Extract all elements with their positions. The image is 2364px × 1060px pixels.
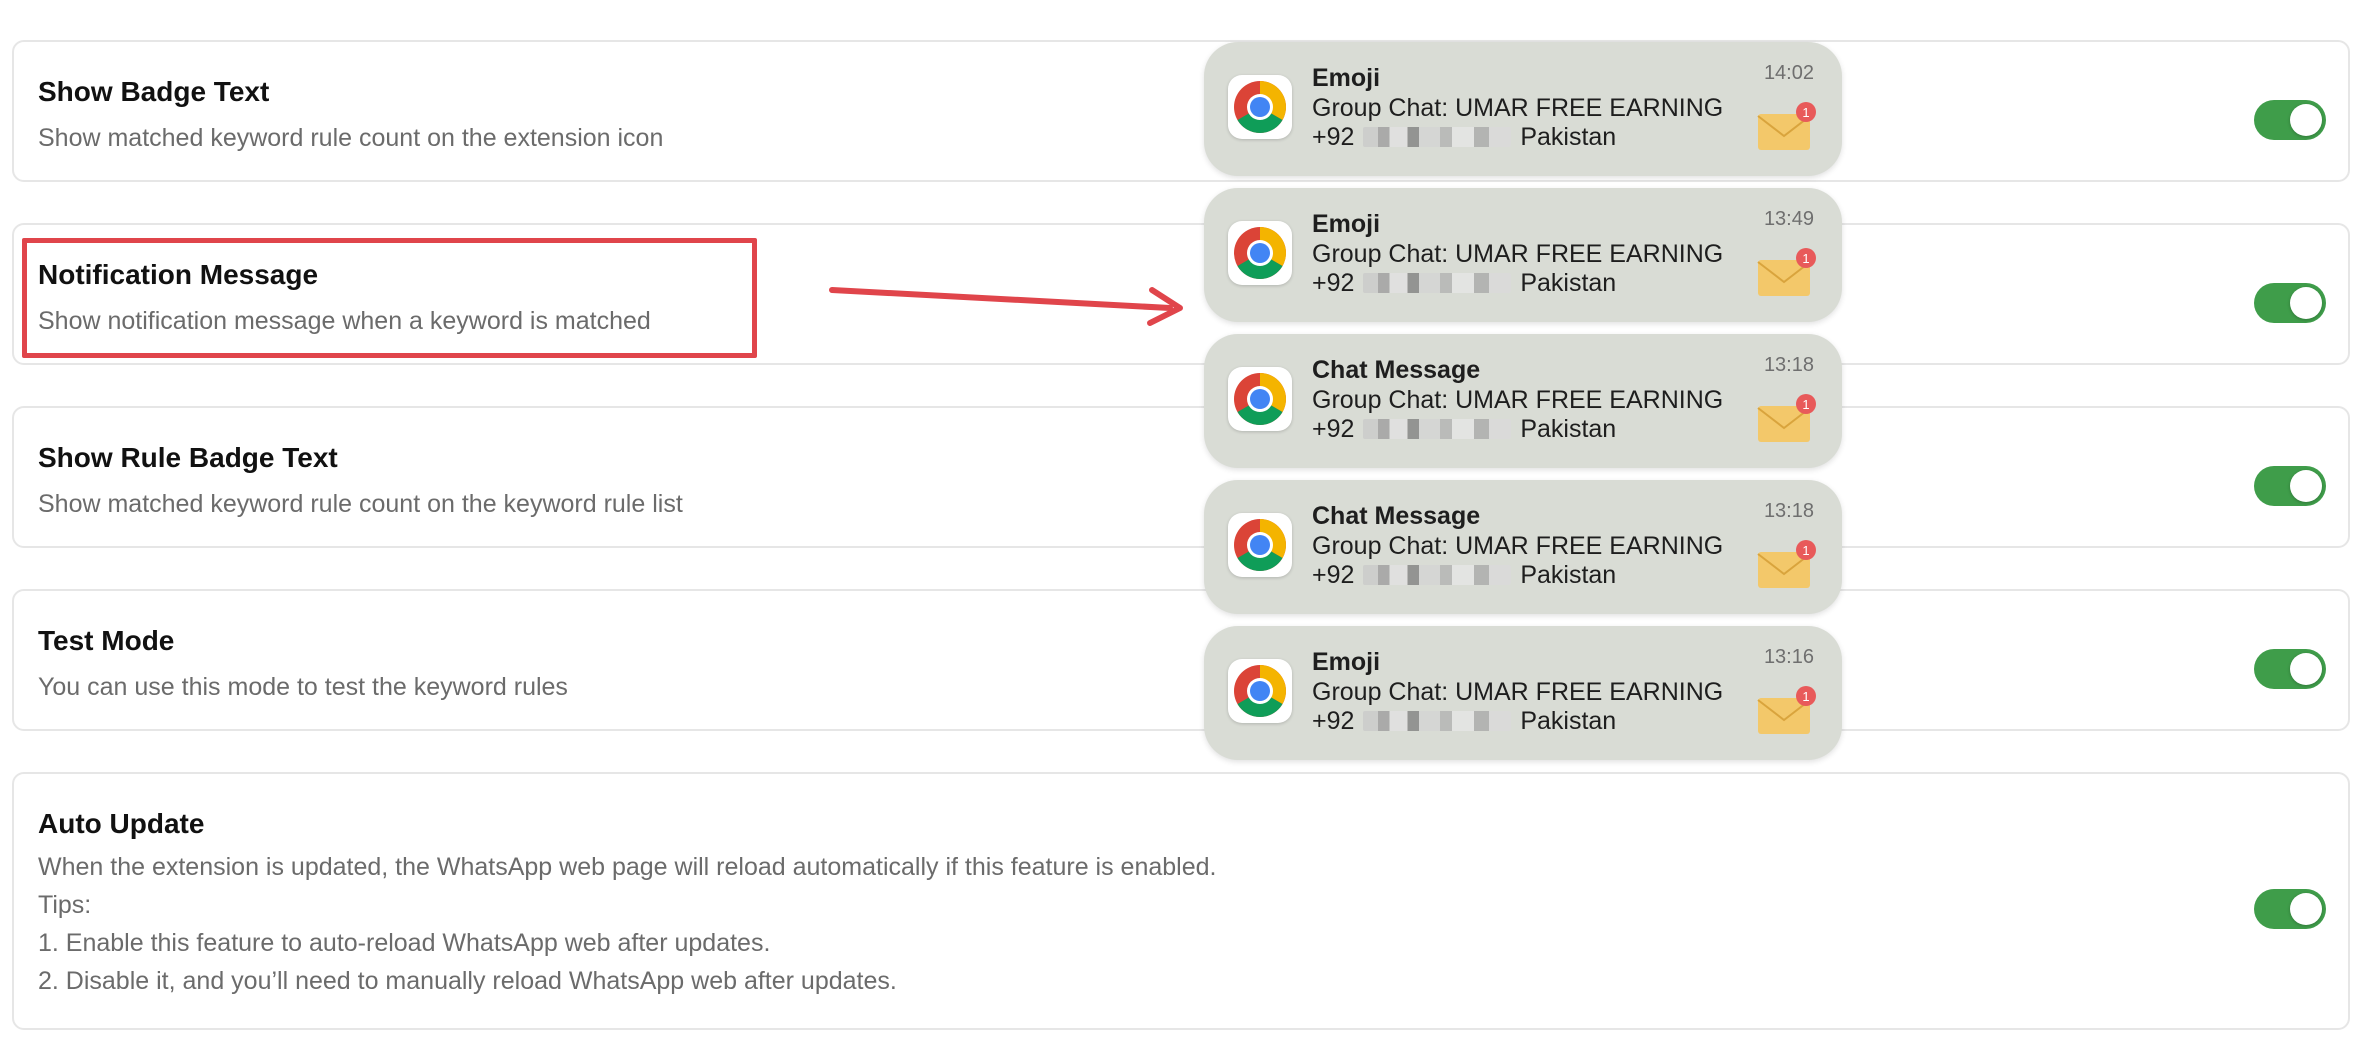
setting-card-show-badge-text: Show Badge Text Show matched keyword rul…: [12, 40, 2350, 182]
notification-body: Group Chat: UMAR FREE EARNING: [1312, 532, 1724, 560]
notification-time: 13:18: [1763, 500, 1814, 522]
chrome-icon: [1228, 75, 1292, 139]
notification-title: Emoji: [1312, 64, 1381, 92]
notification-sender: +92 Pakistan: [1312, 123, 1616, 152]
setting-description: You can use this mode to test the keywor…: [38, 673, 568, 701]
notification-message-toggle[interactable]: [2254, 283, 2326, 323]
highlight-box: [22, 238, 757, 358]
mail-badge-count: 1: [1802, 689, 1809, 704]
redacted-number: [1363, 711, 1512, 731]
country: Pakistan: [1520, 707, 1617, 735]
description-line: Tips:: [38, 891, 92, 919]
notification-title: Emoji: [1312, 648, 1381, 676]
phone-prefix: +92: [1312, 415, 1355, 443]
notification-body: Group Chat: UMAR FREE EARNING: [1312, 386, 1724, 414]
country: Pakistan: [1520, 561, 1617, 589]
country: Pakistan: [1520, 415, 1617, 443]
country: Pakistan: [1520, 123, 1617, 151]
notification-card[interactable]: Chat Message Group Chat: UMAR FREE EARNI…: [1204, 334, 1842, 468]
chrome-icon: [1228, 367, 1292, 431]
setting-title: Show Badge Text: [38, 76, 270, 107]
mail-badge-count: 1: [1802, 543, 1809, 558]
setting-title: Test Mode: [38, 625, 175, 656]
toggle-knob: [2290, 287, 2322, 319]
setting-card-test-mode: Test Mode You can use this mode to test …: [12, 589, 2350, 731]
setting-description: When the extension is updated, the Whats…: [38, 848, 1216, 1000]
notification-card[interactable]: Emoji Group Chat: UMAR FREE EARNING +92 …: [1204, 188, 1842, 322]
notification-sender: +92 Pakistan: [1312, 269, 1616, 298]
chrome-icon: [1228, 221, 1292, 285]
setting-title: Show Rule Badge Text: [38, 442, 338, 473]
show-rule-badge-text-toggle[interactable]: [2254, 466, 2326, 506]
setting-description: Show matched keyword rule count on the e…: [38, 124, 664, 152]
mail-envelope-icon: 1: [1757, 686, 1816, 734]
notification-sender: +92 Pakistan: [1312, 415, 1616, 444]
setting-card-auto-update: Auto Update When the extension is update…: [12, 772, 2350, 1030]
redacted-number: [1363, 273, 1512, 293]
notification-time: 13:49: [1763, 208, 1814, 230]
notification-time: 14:02: [1763, 62, 1814, 84]
redacted-number: [1363, 565, 1512, 585]
test-mode-toggle[interactable]: [2254, 649, 2326, 689]
toggle-knob: [2290, 104, 2322, 136]
chrome-icon: [1228, 659, 1292, 723]
notification-title: Emoji: [1312, 210, 1381, 238]
auto-update-toggle[interactable]: [2254, 889, 2326, 929]
mail-envelope-icon: 1: [1757, 102, 1816, 150]
phone-prefix: +92: [1312, 561, 1355, 589]
redacted-number: [1363, 419, 1512, 439]
country: Pakistan: [1520, 269, 1617, 297]
chrome-icon: [1228, 513, 1292, 577]
setting-card-show-rule-badge-text: Show Rule Badge Text Show matched keywor…: [12, 406, 2350, 548]
notification-body: Group Chat: UMAR FREE EARNING: [1312, 678, 1724, 706]
notification-card[interactable]: Emoji Group Chat: UMAR FREE EARNING +92 …: [1204, 42, 1842, 176]
mail-badge-count: 1: [1802, 105, 1809, 120]
description-line: 1. Enable this feature to auto-reload Wh…: [38, 929, 771, 957]
setting-description: Show matched keyword rule count on the k…: [38, 490, 683, 518]
mail-envelope-icon: 1: [1757, 394, 1816, 442]
show-badge-text-toggle[interactable]: [2254, 100, 2326, 140]
notification-time: 13:16: [1763, 646, 1814, 668]
notification-card[interactable]: Chat Message Group Chat: UMAR FREE EARNI…: [1204, 480, 1842, 614]
mail-envelope-icon: 1: [1757, 540, 1816, 588]
notification-card[interactable]: Emoji Group Chat: UMAR FREE EARNING +92 …: [1204, 626, 1842, 760]
setting-title: Auto Update: [38, 808, 205, 839]
toggle-knob: [2290, 893, 2322, 925]
description-line: 2. Disable it, and you’ll need to manual…: [38, 967, 897, 995]
mail-envelope-icon: 1: [1757, 248, 1816, 296]
mail-badge-count: 1: [1802, 251, 1809, 266]
notification-title: Chat Message: [1312, 356, 1481, 384]
phone-prefix: +92: [1312, 707, 1355, 735]
redacted-number: [1363, 127, 1512, 147]
notification-title: Chat Message: [1312, 502, 1481, 530]
toggle-knob: [2290, 470, 2322, 502]
notification-body: Group Chat: UMAR FREE EARNING: [1312, 94, 1724, 122]
notification-time: 13:18: [1763, 354, 1814, 376]
notification-sender: +92 Pakistan: [1312, 561, 1616, 590]
mail-badge-count: 1: [1802, 397, 1809, 412]
notification-sender: +92 Pakistan: [1312, 707, 1616, 736]
phone-prefix: +92: [1312, 269, 1355, 297]
phone-prefix: +92: [1312, 123, 1355, 151]
toggle-knob: [2290, 653, 2322, 685]
description-line: When the extension is updated, the Whats…: [38, 853, 1217, 881]
notification-body: Group Chat: UMAR FREE EARNING: [1312, 240, 1724, 268]
